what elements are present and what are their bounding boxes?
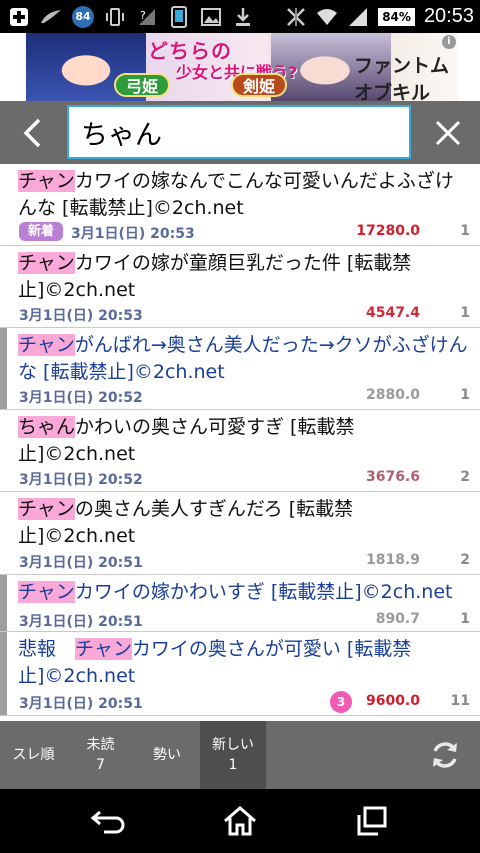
thread-list[interactable]: チャンカワイの嫁なんでこんな可愛いんだよふざけんな [転載禁止]©2ch.net…: [0, 164, 480, 721]
wing-icon: [40, 6, 62, 28]
new-posts-badge: 3: [330, 691, 352, 713]
highlighted-term: チャン: [18, 334, 75, 356]
nav-back-button[interactable]: [58, 789, 158, 853]
signal-unknown-icon: ?: [136, 6, 158, 28]
thread-count: 1: [460, 223, 470, 239]
battery-percent: 84%: [378, 7, 415, 26]
tab-unread[interactable]: 未読 7: [67, 721, 134, 789]
thread-meta: 新着 3月1日(日) 20:53 17280.0 1: [0, 222, 480, 243]
thread-score: 890.7: [375, 611, 420, 627]
thread-meta: 3月1日(日) 20:53 4547.4 1: [0, 305, 480, 325]
thread-count: 1: [460, 611, 470, 627]
notification-badge: 84: [72, 5, 94, 28]
new-badge: 新着: [19, 222, 63, 241]
thread-row[interactable]: チャンカワイの嫁が童顔巨乳だった件 [転載禁止]©2ch.net 3月1日(日)…: [0, 246, 480, 328]
thread-row[interactable]: チャンカワイの嫁かわいすぎ [転載禁止]©2ch.net 3月1日(日) 20:…: [0, 575, 480, 632]
back-button[interactable]: [0, 101, 64, 164]
thread-row[interactable]: チャンがんばれ→奥さん美人だった→クソがふざけんな [転載禁止]©2ch.net…: [0, 328, 480, 410]
highlighted-term: チャン: [18, 581, 75, 603]
highlighted-term: ちゃん: [18, 416, 76, 438]
cell-signal-icon: [347, 6, 369, 28]
status-bar: 84 ? 84% 20:53: [0, 0, 480, 33]
thread-row[interactable]: ちゃんかわいの奥さん可愛すぎ [転載禁止]©2ch.net 3月1日(日) 20…: [0, 410, 480, 492]
clock: 20:53: [423, 5, 474, 27]
wifi-icon: [316, 6, 338, 28]
thread-date: 3月1日(日) 20:52: [19, 390, 143, 406]
thread-row[interactable]: チャンの奥さん美人すぎんだろ [転載禁止]©2ch.net 3月1日(日) 20…: [0, 492, 480, 575]
ad-info-icon[interactable]: i: [442, 35, 456, 49]
svg-text:?: ?: [140, 9, 146, 22]
highlighted-term: チャン: [18, 170, 75, 192]
ad-label-right: 剣姫: [231, 73, 287, 97]
thread-date: 3月1日(日) 20:51: [19, 555, 143, 571]
thread-date: 3月1日(日) 20:52: [19, 472, 143, 488]
title-prefix: 悲報: [18, 638, 76, 660]
ad-label-left: 弓姫: [114, 73, 170, 97]
thread-score: 17280.0: [356, 223, 420, 239]
thread-count: 1: [460, 305, 470, 321]
thread-date: 3月1日(日) 20:53: [19, 308, 143, 324]
highlighted-term: チャン: [75, 638, 132, 660]
thread-title: チャンカワイの嫁なんでこんな可愛いんだよふざけんな [転載禁止]©2ch.net: [18, 170, 454, 219]
thread-count: 2: [460, 469, 470, 485]
tab-newest[interactable]: 新しい 1: [200, 721, 266, 789]
chevron-left-icon: [23, 118, 41, 147]
thread-title: チャンがんばれ→奥さん美人だった→クソがふざけんな [転載禁止]©2ch.net: [18, 334, 468, 383]
thread-meta: 3月1日(日) 20:51 1818.9 2: [0, 552, 480, 572]
highlighted-term: チャン: [18, 498, 75, 520]
sort-tab-bar: スレ順 未読 7 勢い 新しい 1: [0, 721, 480, 789]
thread-count: 11: [450, 693, 470, 709]
image-icon: [200, 6, 222, 28]
nav-recents-button[interactable]: [322, 789, 422, 853]
thread-meta: 3月1日(日) 20:52 3676.6 2: [0, 469, 480, 489]
thread-score: 2880.0: [365, 387, 420, 403]
thread-score: 9600.0: [365, 693, 420, 709]
thread-date: 3月1日(日) 20:51: [19, 614, 143, 630]
close-icon: [435, 120, 461, 145]
refresh-button[interactable]: [410, 721, 480, 789]
search-box[interactable]: [67, 105, 411, 159]
battery-indicator: 84%: [378, 7, 415, 26]
thread-title: チャンの奥さん美人すぎんだろ [転載禁止]©2ch.net: [18, 498, 354, 547]
thread-meta: 3月1日(日) 20:51 3 9600.0 11: [0, 691, 480, 713]
ad-logo: ファントムオブキル: [354, 55, 450, 101]
data-off-icon: [285, 6, 307, 28]
thread-title: チャンカワイの嫁が童顔巨乳だった件 [転載禁止]©2ch.net: [18, 252, 412, 301]
thread-row[interactable]: チャンカワイの嫁なんでこんな可愛いんだよふざけんな [転載禁止]©2ch.net…: [0, 164, 480, 246]
nav-home-button[interactable]: [190, 789, 290, 853]
thread-date: 3月1日(日) 20:51: [19, 696, 143, 712]
search-toolbar: [0, 101, 480, 164]
phone-icon: [168, 5, 190, 28]
thread-title: 悲報 チャンカワイの奥さんが可愛い [転載禁止]©2ch.net: [18, 638, 412, 687]
thread-title: ちゃんかわいの奥さん可愛すぎ [転載禁止]©2ch.net: [18, 416, 355, 465]
tab-momentum[interactable]: 勢い: [134, 721, 200, 789]
tab-count: 1: [228, 757, 238, 773]
home-icon: [224, 806, 256, 836]
tab-count: 7: [96, 757, 105, 773]
vibrate-icon: [104, 6, 126, 28]
thread-score: 1818.9: [365, 552, 420, 568]
thread-meta: 3月1日(日) 20:52 2880.0 1: [0, 387, 480, 407]
search-input[interactable]: [69, 107, 409, 157]
thread-count: 1: [460, 387, 470, 403]
thread-meta: 3月1日(日) 20:51 890.7 1: [0, 611, 480, 631]
ad-banner[interactable]: どちらの 少女と共に戦う? 弓姫 剣姫 ファントムオブキル i: [0, 33, 480, 101]
clear-search-button[interactable]: [416, 101, 480, 164]
ad-image[interactable]: どちらの 少女と共に戦う? 弓姫 剣姫 ファントムオブキル i: [26, 33, 458, 101]
thread-date: 3月1日(日) 20:53: [71, 226, 195, 242]
thread-score: 4547.4: [365, 305, 420, 321]
recents-icon: [357, 806, 387, 836]
tab-thread-order[interactable]: スレ順: [0, 721, 67, 789]
thread-count: 2: [460, 552, 470, 568]
system-nav-bar: [0, 789, 480, 853]
thread-row[interactable]: 悲報 チャンカワイの奥さんが可愛い [転載禁止]©2ch.net 3月1日(日)…: [0, 632, 480, 716]
highlighted-term: チャン: [18, 252, 75, 274]
refresh-icon: [433, 742, 457, 768]
thread-title: チャンカワイの嫁かわいすぎ [転載禁止]©2ch.net: [18, 581, 453, 603]
plus-icon: [8, 6, 30, 28]
download-icon: [232, 6, 254, 28]
back-arrow-icon: [90, 810, 125, 834]
thread-score: 3676.6: [365, 469, 420, 485]
